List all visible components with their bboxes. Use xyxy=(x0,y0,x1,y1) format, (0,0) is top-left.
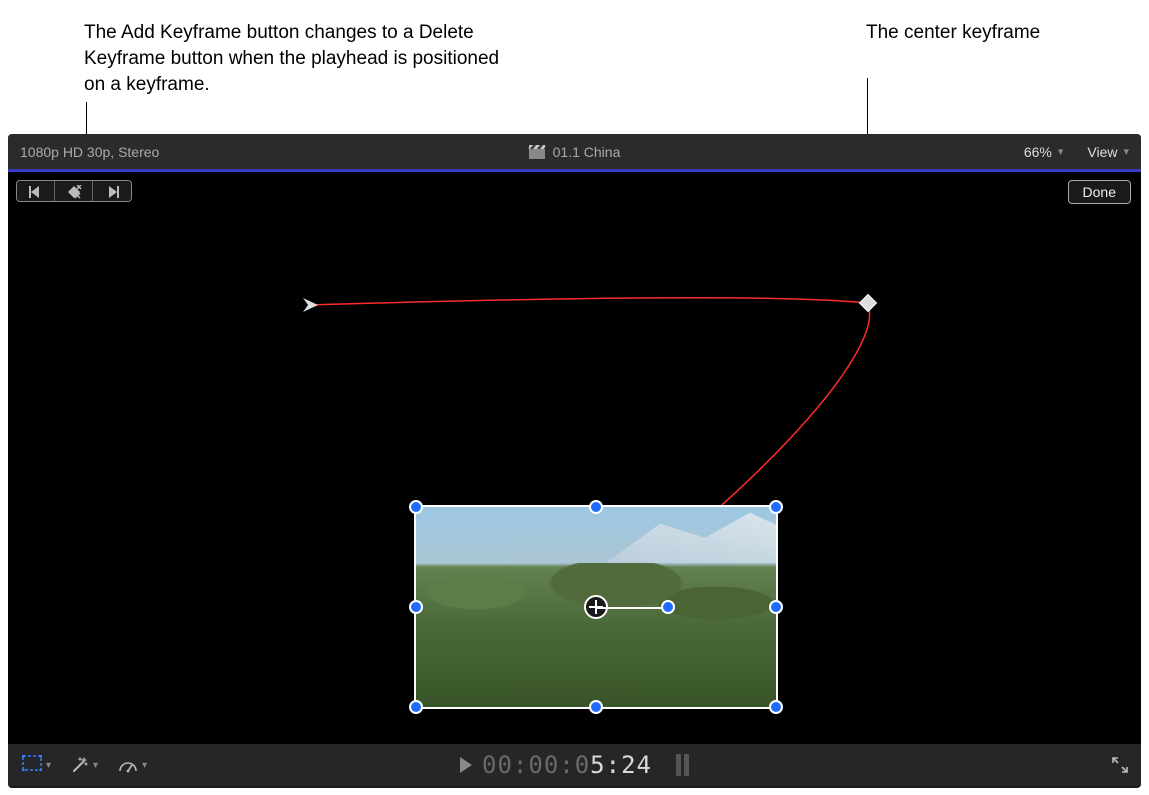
skimmer-indicator xyxy=(676,754,689,776)
view-label: View xyxy=(1087,144,1117,160)
scale-handle-b[interactable] xyxy=(589,700,603,714)
callout-delete-keyframe: The Add Keyframe button changes to a Del… xyxy=(84,20,514,98)
scale-handle-tl[interactable] xyxy=(409,500,423,514)
viewer-canvas[interactable]: Done xyxy=(8,170,1141,744)
zoom-dropdown[interactable]: 66% ▾ xyxy=(1024,144,1064,160)
annotation-area: The Add Keyframe button changes to a Del… xyxy=(0,0,1149,134)
chevron-down-icon: ▾ xyxy=(1123,145,1129,158)
timecode-display[interactable]: 00:00:05:24 xyxy=(482,751,652,779)
chevron-down-icon: ▾ xyxy=(1058,145,1064,158)
view-dropdown[interactable]: View ▾ xyxy=(1087,144,1129,160)
next-keyframe-icon xyxy=(105,186,119,198)
prev-keyframe-icon xyxy=(29,186,43,198)
scale-handle-br[interactable] xyxy=(769,700,783,714)
fullscreen-button[interactable] xyxy=(1111,756,1129,774)
play-button[interactable] xyxy=(460,757,472,773)
viewer-bottom-bar: ▾ ▾ ▾ 00:00:05:24 xyxy=(8,744,1141,786)
rotation-handle-bar[interactable] xyxy=(596,607,668,609)
delete-keyframe-button[interactable] xyxy=(55,181,93,202)
clapper-icon xyxy=(529,145,545,159)
viewer-window: 1080p HD 30p, Stereo 01.1 China 66% ▾ Vi… xyxy=(8,134,1141,788)
selected-clip-bounds[interactable] xyxy=(416,507,776,707)
rotation-handle[interactable] xyxy=(661,600,675,614)
callout-center-keyframe: The center keyframe xyxy=(866,20,1066,46)
start-keyframe-marker xyxy=(303,298,318,312)
timecode-active: 5:24 xyxy=(590,751,652,779)
next-keyframe-button[interactable] xyxy=(93,181,131,202)
prev-keyframe-button[interactable] xyxy=(17,181,55,202)
scale-handle-bl[interactable] xyxy=(409,700,423,714)
scale-handle-tr[interactable] xyxy=(769,500,783,514)
viewer-top-bar: 1080p HD 30p, Stereo 01.1 China 66% ▾ Vi… xyxy=(8,134,1141,170)
zoom-value: 66% xyxy=(1024,144,1052,160)
scale-handle-l[interactable] xyxy=(409,600,423,614)
timecode-prefix: 00:00:0 xyxy=(482,751,590,779)
fullscreen-icon xyxy=(1111,756,1129,774)
delete-keyframe-icon xyxy=(66,185,82,199)
done-button[interactable]: Done xyxy=(1068,180,1131,204)
clip-title-area: 01.1 China xyxy=(8,144,1141,160)
scale-handle-t[interactable] xyxy=(589,500,603,514)
clip-title: 01.1 China xyxy=(553,144,621,160)
scale-handle-r[interactable] xyxy=(769,600,783,614)
center-keyframe-marker[interactable] xyxy=(860,295,877,312)
keyframe-nav-group xyxy=(16,180,132,202)
